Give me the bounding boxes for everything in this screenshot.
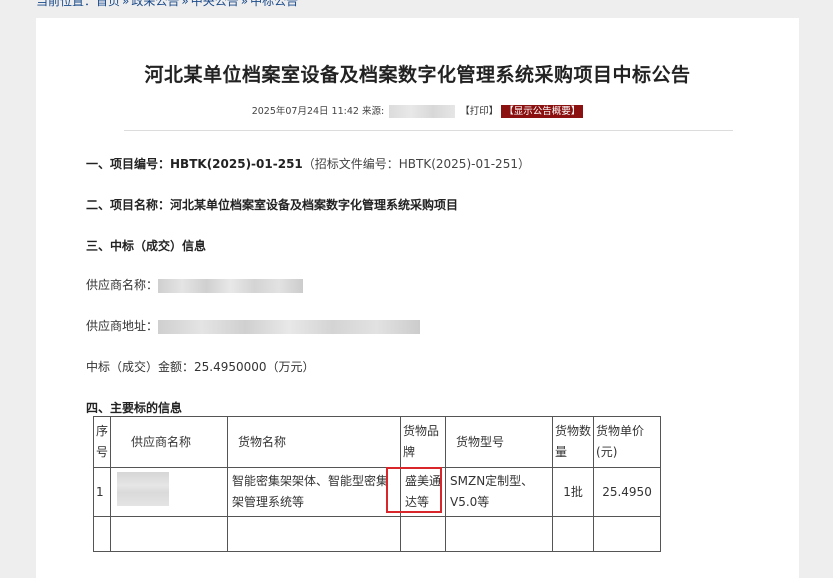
- empty-cell: [92, 516, 112, 552]
- breadcrumb-award[interactable]: 中标公告: [250, 0, 298, 8]
- main-items-heading: 四、主要标的信息: [86, 401, 183, 415]
- brand-highlight-box: [386, 467, 442, 513]
- table-row: 1 智能密集架架体、智能型密集架管理系统等 盛美通达等 SMZN定制型、V5.0…: [92, 467, 662, 517]
- empty-cell: [552, 516, 595, 552]
- breadcrumb-separator: »: [122, 0, 130, 8]
- award-amount-label: 中标（成交）金额：: [86, 360, 195, 374]
- supplier-name-blurred: [158, 278, 304, 293]
- supplier-address-blurred: [158, 319, 421, 334]
- supplier-blurred: [117, 471, 170, 506]
- award-amount-line: 中标（成交）金额：25.4950000（万元）: [86, 358, 315, 375]
- publish-datetime: 2025年07月24日 11:42: [251, 106, 359, 117]
- row-goods-name: 智能密集架架体、智能型密集架管理系统等: [227, 467, 402, 517]
- table-row: [92, 516, 662, 552]
- row-model: SMZN定制型、V5.0等: [445, 467, 554, 517]
- project-number-label: 一、项目编号：: [86, 157, 171, 171]
- empty-cell: [110, 516, 229, 552]
- page-title: 河北某单位档案室设备及档案数字化管理系统采购项目中标公告: [144, 64, 691, 86]
- table-header-row: 序号 供应商名称 货物名称 货物品牌 货物型号 货物数量 货物单价(元): [92, 416, 662, 468]
- row-quantity: 1批: [552, 467, 595, 517]
- breadcrumb-separator: »: [181, 0, 189, 8]
- header-goods-name: 货物名称: [227, 416, 402, 468]
- empty-cell: [445, 516, 554, 552]
- project-number-value: HBTK(2025)-01-251: [170, 157, 303, 171]
- breadcrumb-separator: »: [240, 0, 249, 8]
- title-divider: [124, 130, 733, 131]
- empty-cell: [400, 516, 447, 552]
- project-name-value: 河北某单位档案室设备及档案数字化管理系统采购项目: [170, 198, 459, 212]
- supplier-address-line: 供应商地址：: [86, 317, 421, 334]
- row-supplier: [110, 467, 229, 517]
- breadcrumb: 当前位置：首页» 政采公告» 中央公告» 中标公告: [36, 0, 298, 9]
- breadcrumb-prefix: 当前位置：: [36, 0, 97, 8]
- project-number-line: 一、项目编号：HBTK(2025)-01-251（招标文件编号：HBTK(202…: [86, 155, 530, 172]
- source-blurred: [389, 105, 456, 118]
- source-label: 来源:: [361, 106, 385, 117]
- header-supplier: 供应商名称: [110, 416, 229, 468]
- project-name-line: 二、项目名称：河北某单位档案室设备及档案数字化管理系统采购项目: [86, 196, 458, 213]
- main-items-table: 序号 供应商名称 货物名称 货物品牌 货物型号 货物数量 货物单价(元) 1 智…: [92, 416, 662, 552]
- row-price: 25.4950: [593, 467, 662, 517]
- award-info-heading: 三、中标（成交）信息: [86, 239, 207, 253]
- header-brand: 货物品牌: [400, 416, 447, 468]
- breadcrumb-central[interactable]: 中央公告: [191, 0, 239, 8]
- supplier-name-line: 供应商名称：: [86, 276, 304, 293]
- breadcrumb-home[interactable]: 首页: [96, 0, 120, 8]
- project-name-label: 二、项目名称：: [86, 198, 171, 212]
- award-amount-value: 25.4950000（万元）: [194, 360, 315, 374]
- header-model: 货物型号: [445, 416, 554, 468]
- show-summary-button[interactable]: 【显示公告概要】: [501, 105, 584, 118]
- header-price: 货物单价(元): [593, 416, 662, 468]
- print-link[interactable]: 【打印】: [460, 106, 498, 117]
- empty-cell: [593, 516, 662, 552]
- meta-line: 2025年07月24日 11:42 来源: 【打印】 【显示公告概要】: [36, 103, 799, 118]
- supplier-name-label: 供应商名称：: [86, 278, 159, 292]
- supplier-address-label: 供应商地址：: [86, 319, 159, 333]
- row-index: 1: [92, 467, 112, 517]
- empty-cell: [227, 516, 402, 552]
- tender-doc-number: （招标文件编号：HBTK(2025)-01-251）: [302, 157, 530, 171]
- breadcrumb-policy[interactable]: 政采公告: [131, 0, 179, 8]
- header-index: 序号: [92, 416, 112, 468]
- header-quantity: 货物数量: [552, 416, 595, 468]
